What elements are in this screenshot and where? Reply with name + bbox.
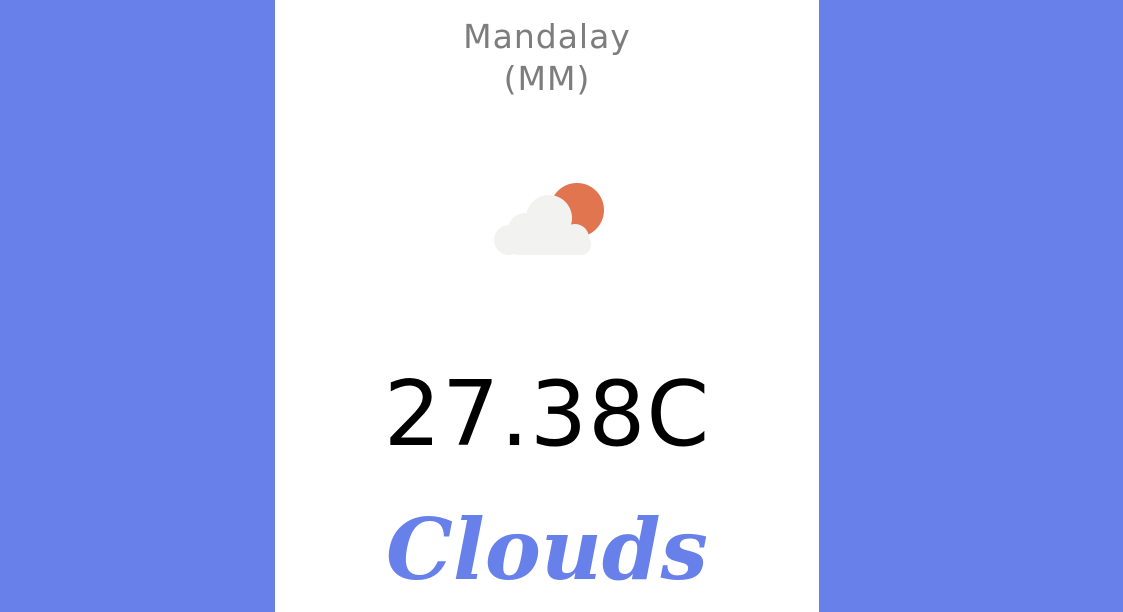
weather-card: Mandalay (MM) 27.38C Clouds [275,0,819,612]
sun-behind-cloud-icon [489,176,609,266]
country-code: (MM) [503,59,591,98]
location-label: Mandalay (MM) [275,16,819,100]
city-name: Mandalay [463,17,631,56]
temperature-value: 27.38C [383,362,711,467]
weather-condition: Clouds [386,500,708,599]
